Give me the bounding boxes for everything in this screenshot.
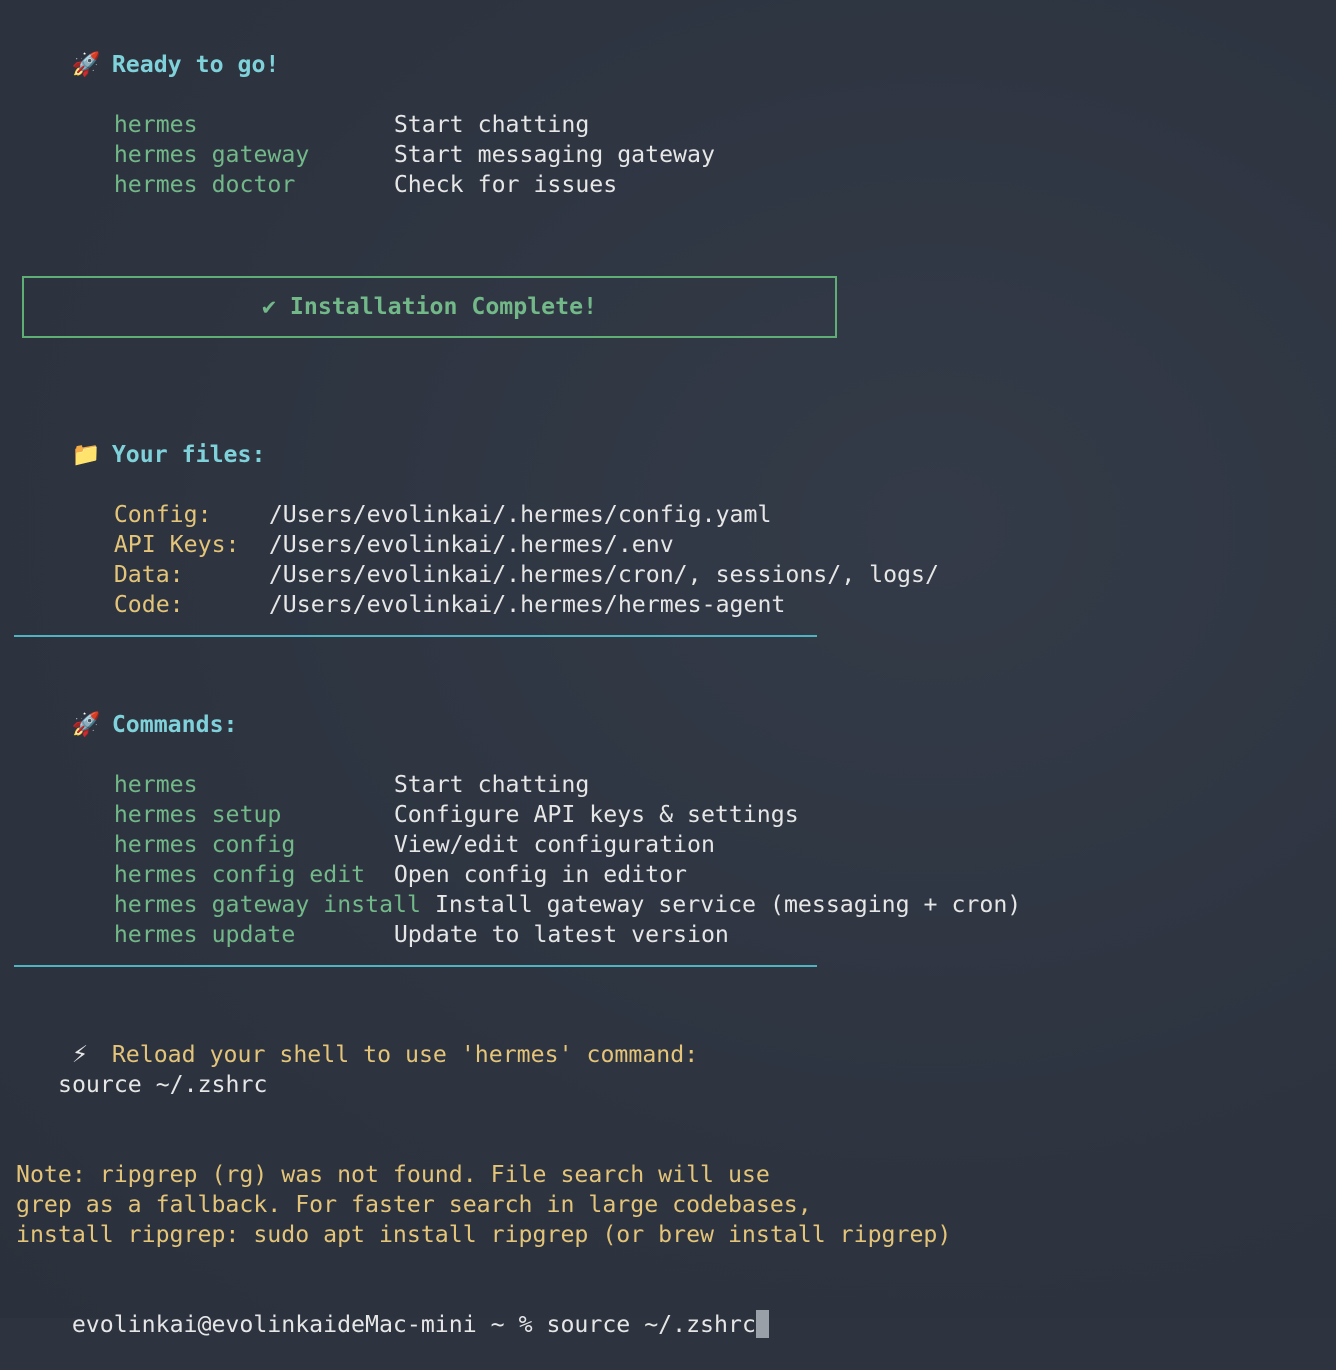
command-desc: Update to latest version (393, 921, 729, 948)
file-row: Code: /Users/evolinkai/.hermes/hermes-age… (58, 560, 786, 618)
reload-line: ⚡ Reload your shell to use 'hermes' comma… (16, 1010, 698, 1068)
reload-command: source ~/.zshrc (58, 1071, 268, 1098)
terminal-window[interactable]: 🚀 Ready to go! hermes Start chatting herme… (0, 0, 1336, 1338)
ready-command-row: hermes gateway Start messaging gateway (58, 110, 715, 168)
check-icon: ✔ (261, 293, 276, 320)
installation-complete-banner: ✔ Installation Complete! (22, 276, 837, 338)
ripgrep-note-line: install ripgrep: sudo apt install ripgre… (16, 1221, 952, 1248)
lightning-icon: ⚡ (71, 1041, 89, 1068)
text-cursor (755, 1310, 769, 1338)
ripgrep-note-line: grep as a fallback. For faster search in… (16, 1191, 812, 1218)
shell-prompt-line[interactable]: evolinkai@evolinkaideMac-mini ~ % source… (16, 1280, 769, 1338)
ready-heading-line: 🚀 Ready to go! (16, 20, 280, 78)
shell-input[interactable]: source ~/.zshrc (547, 1311, 756, 1338)
ready-heading: Ready to go! (111, 51, 280, 78)
section-divider (14, 965, 817, 967)
rocket-icon: 🚀 (71, 51, 101, 78)
file-row: API Keys:/Users/evolinkai/.hermes/.env (58, 500, 674, 558)
command-name: hermes update (113, 921, 296, 948)
reload-message: Reload your shell to use 'hermes' comman… (111, 1041, 699, 1068)
ready-command-desc: Check for issues (393, 171, 618, 198)
section-divider (14, 635, 817, 637)
file-row: Data:/Users/evolinkai/.hermes/cron/, ses… (58, 530, 939, 588)
rocket-icon: 🚀 (71, 711, 101, 738)
command-row: hermes setup Configure API keys & setting… (58, 770, 799, 828)
banner-label: Installation Complete! (289, 293, 598, 320)
files-heading: Your files: (111, 441, 266, 468)
installation-complete-text: ✔ Installation Complete! (24, 292, 835, 322)
command-row: hermes Start chatting (58, 740, 589, 798)
file-row: Config:/Users/evolinkai/.hermes/config.y… (58, 470, 772, 528)
commands-heading: Commands: (111, 711, 238, 738)
file-path: /Users/evolinkai/.hermes/hermes-agent (268, 591, 786, 618)
ready-command-row: hermes doctor Check for issues (58, 140, 617, 198)
command-row: hermes config edit Open config in editor (58, 830, 687, 888)
file-label: Code: (113, 591, 184, 618)
ripgrep-note-line: Note: ripgrep (rg) was not found. File s… (16, 1161, 770, 1188)
ready-command-row: hermes Start chatting (58, 80, 589, 138)
command-row: hermes gateway install Install gateway s… (58, 860, 1021, 918)
files-heading-line: 📁 Your files: (16, 410, 266, 468)
commands-heading-line: 🚀 Commands: (16, 680, 238, 738)
ready-command: hermes doctor (113, 171, 296, 198)
command-row: hermes update Update to latest version (58, 890, 729, 948)
shell-prompt: evolinkai@evolinkaideMac-mini ~ % (71, 1311, 547, 1338)
command-row: hermes config View/edit configuration (58, 800, 715, 858)
folder-icon: 📁 (71, 441, 101, 468)
